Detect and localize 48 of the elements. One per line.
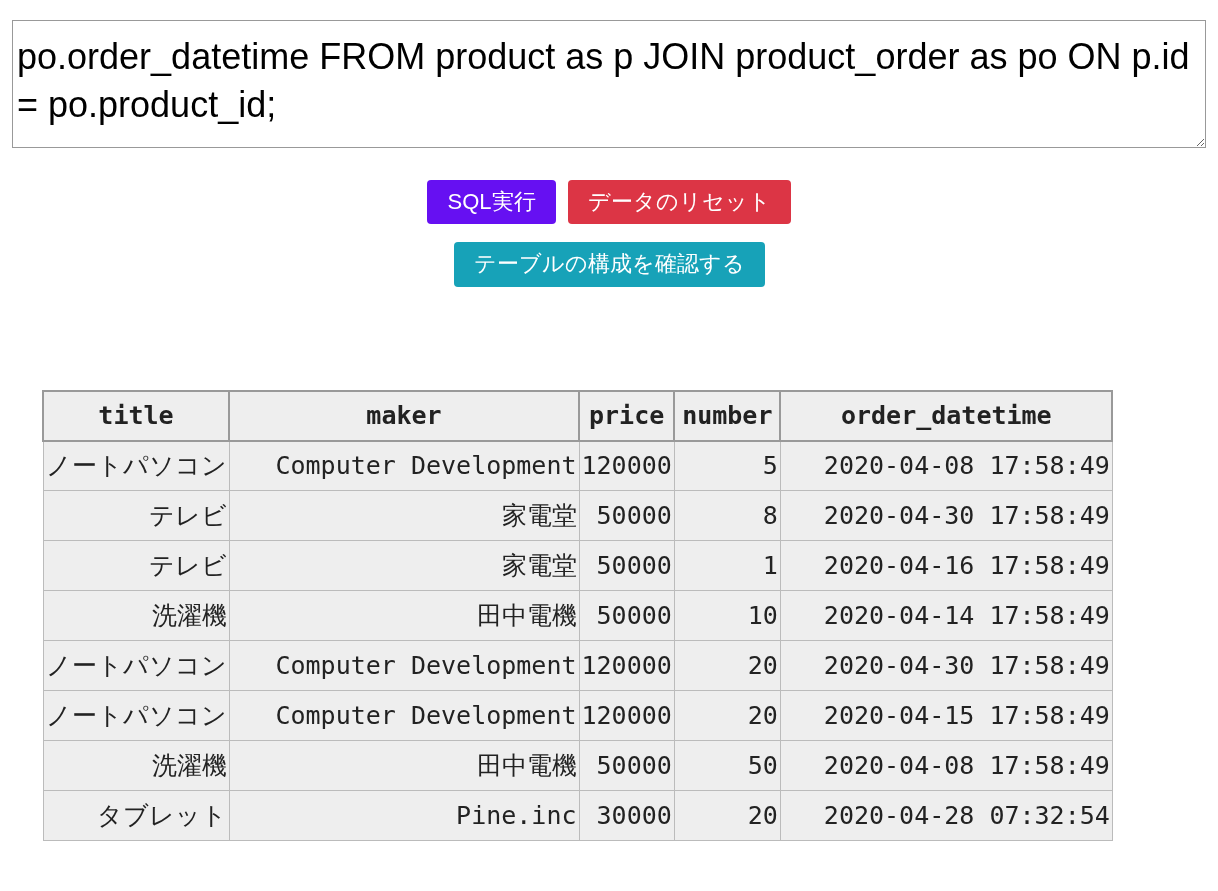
table-cell: 2020-04-08 17:58:49 [780,740,1113,791]
table-cell: 田中電機 [229,740,579,791]
table-cell: Computer Development [229,640,579,691]
table-cell: タブレット [43,790,229,841]
table-cell: 20 [674,640,781,691]
action-button[interactable]: データのリセット [567,180,791,225]
table-cell: 50000 [579,540,675,591]
table-cell: 5 [674,440,781,491]
sql-query-field[interactable]: po.order_datetime FROM product as p JOIN product_order as po ON p.id = po.product_id; [12,20,1206,148]
table-cell: テレビ [43,490,229,541]
table-cell: Computer Development [229,690,579,741]
table-cell: テレビ [43,540,229,591]
table-cell: ノートパソコン [43,640,229,691]
table-cell: 2020-04-16 17:58:49 [780,540,1113,591]
column-header: price [579,390,675,441]
table-cell: 家電堂 [229,540,579,591]
table-cell: 10 [674,590,781,641]
table-cell: 50000 [579,590,675,641]
table-cell: 20 [674,690,781,741]
table-cell: 2020-04-15 17:58:49 [780,690,1113,741]
column-header: title [43,390,229,441]
table-cell: 30000 [579,790,675,841]
table-cell: 20 [674,790,781,841]
table-cell: 120000 [579,690,675,741]
table-cell: 洗濯機 [43,740,229,791]
table-cell: 田中電機 [229,590,579,641]
table-cell: 8 [674,490,781,541]
action-button[interactable]: SQL実行 [427,180,556,225]
table-cell: ノートパソコン [43,690,229,741]
table-cell: 50000 [579,490,675,541]
table-cell: 1 [674,540,781,591]
table-cell: 50 [674,740,781,791]
column-header: maker [229,390,579,441]
table-cell: 家電堂 [229,490,579,541]
table-cell: 2020-04-30 17:58:49 [780,640,1113,691]
column-header: number [674,390,781,441]
table-cell: 洗濯機 [43,590,229,641]
table-cell: 2020-04-28 07:32:54 [780,790,1113,841]
table-cell: 2020-04-08 17:58:49 [780,440,1113,491]
column-header: order_datetime [780,390,1113,441]
table-cell: 2020-04-14 17:58:49 [780,590,1113,641]
table-cell: 2020-04-30 17:58:49 [780,490,1113,541]
table-cell: ノートパソコン [43,440,229,491]
table-cell: 120000 [579,440,675,491]
table-cell: Computer Development [229,440,579,491]
table-cell: Pine.inc [229,790,579,841]
table-cell: 120000 [579,640,675,691]
table-cell: 50000 [579,740,675,791]
